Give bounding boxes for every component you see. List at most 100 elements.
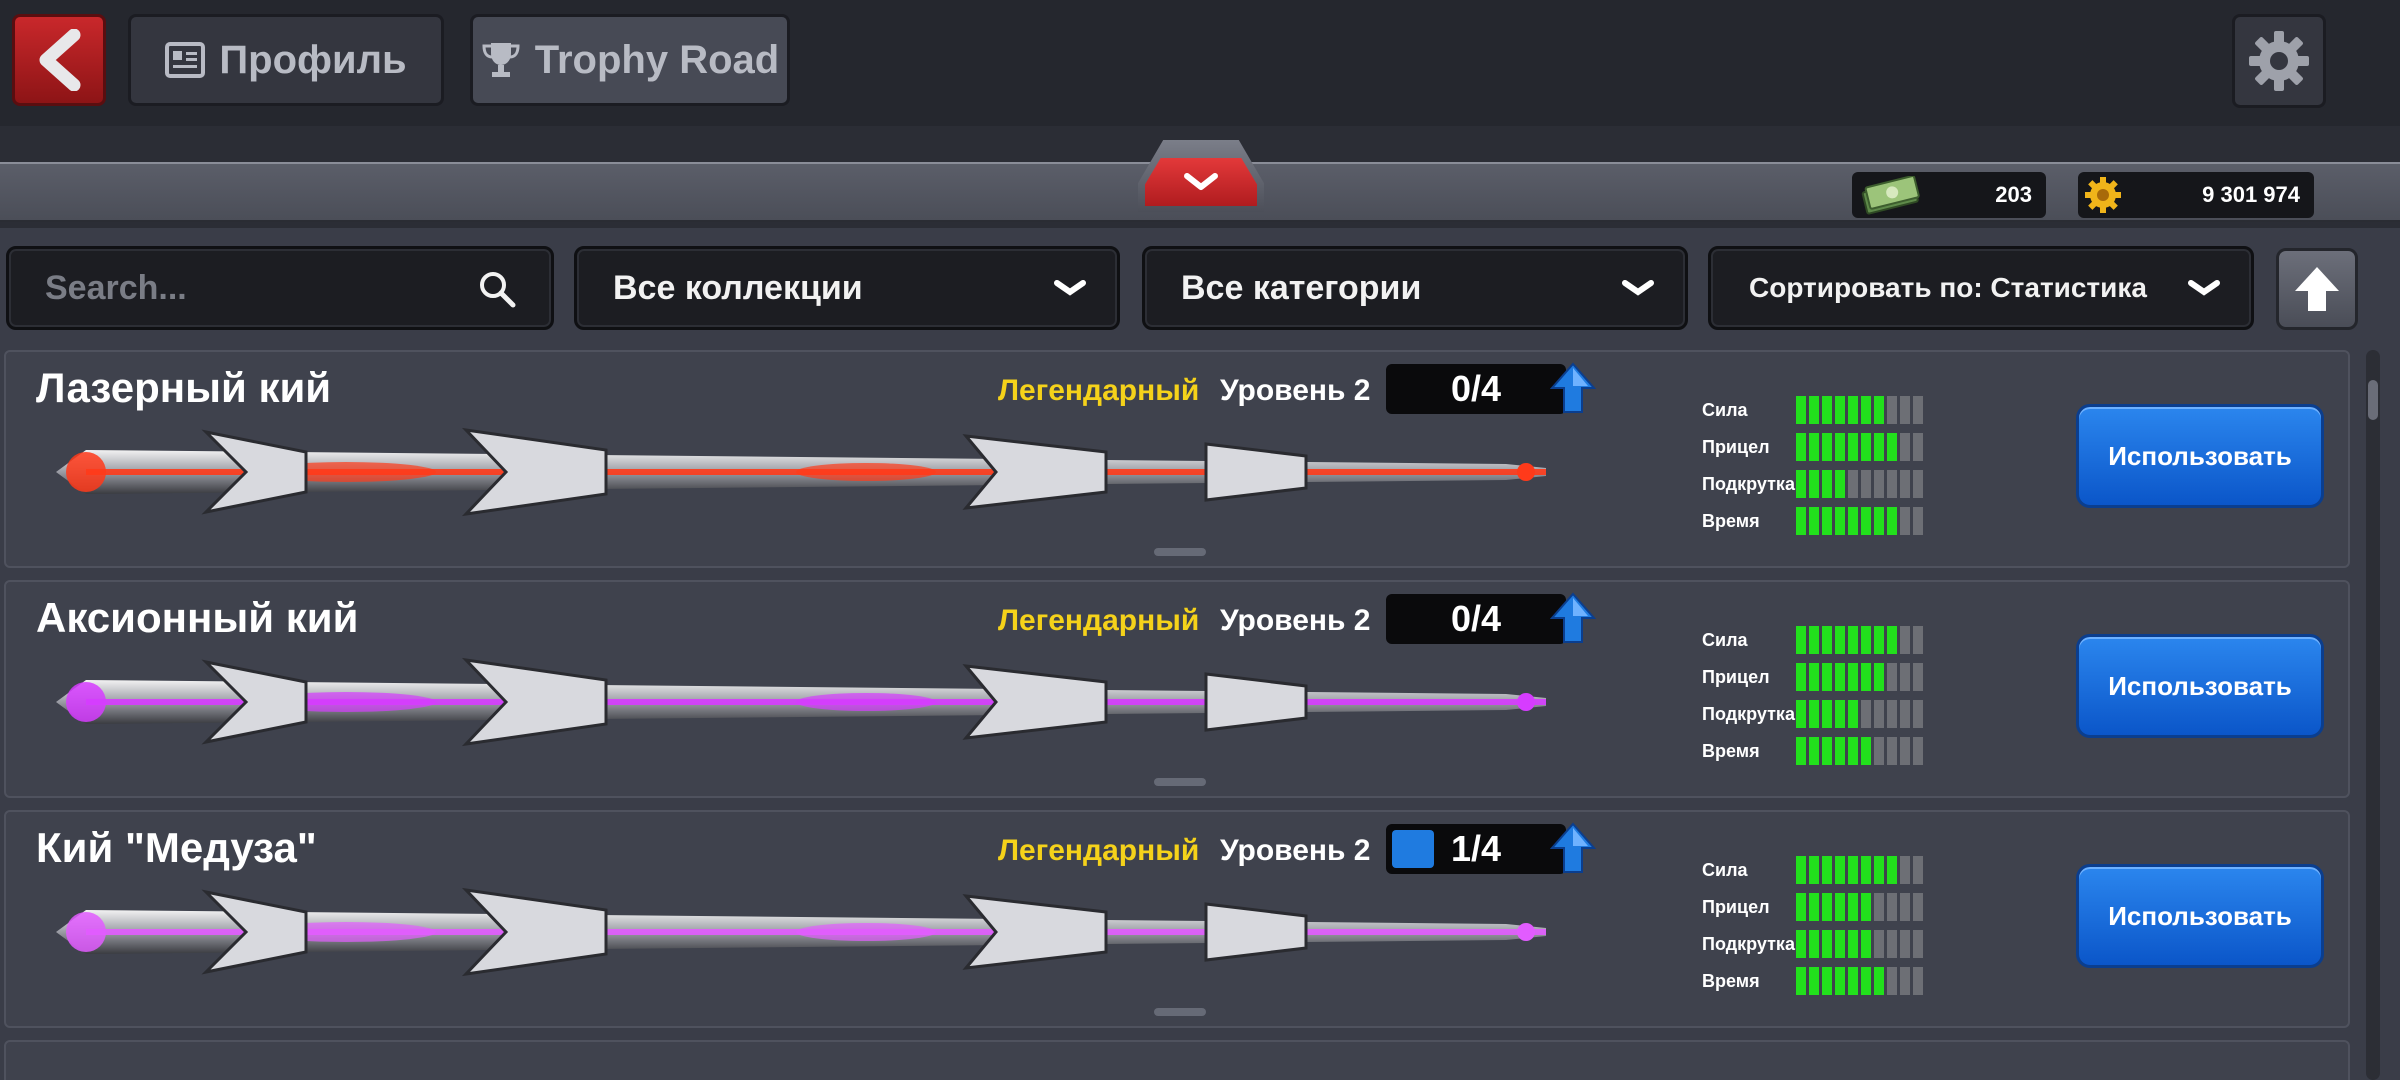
rarity-label: Легендарный — [998, 604, 1200, 637]
cue-card[interactable]: Лазерный кий Легендарный Уровень 2 0/4 Сила П… — [4, 350, 2350, 568]
upgrade-progress: 0/4 — [1386, 594, 1566, 644]
categories-dropdown[interactable]: Все категории — [1142, 246, 1688, 330]
stat-segment — [1796, 626, 1806, 654]
stat-segment — [1796, 470, 1806, 498]
stat-segment — [1822, 700, 1832, 728]
stat-segment — [1835, 663, 1845, 691]
stat-label: Сила — [1702, 860, 1748, 880]
stat-segment — [1861, 893, 1871, 921]
stat-segment — [1861, 737, 1871, 765]
stat-segment — [1900, 967, 1910, 995]
back-button[interactable] — [12, 14, 106, 106]
stat-segment — [1874, 626, 1884, 654]
stat-segment — [1887, 663, 1897, 691]
stat-segment — [1913, 930, 1923, 958]
tab-trophy-road[interactable]: Trophy Road — [470, 14, 790, 106]
stat-segment — [1809, 856, 1819, 884]
stat-segment — [1874, 396, 1884, 424]
stat-segment — [1835, 433, 1845, 461]
cue-name: Кий "Медуза" — [36, 824, 317, 871]
stat-segment — [1900, 700, 1910, 728]
stat-segment — [1835, 967, 1845, 995]
stat-segment — [1809, 663, 1819, 691]
arrow-up-icon — [2295, 267, 2339, 311]
stat-bar — [1796, 930, 1923, 958]
drag-handle[interactable] — [1154, 778, 1206, 786]
stat-segment — [1900, 663, 1910, 691]
coins-counter[interactable]: 9 301 974 — [2078, 172, 2314, 218]
progress-text: 0/4 — [1450, 598, 1502, 639]
stat-segment — [1848, 967, 1858, 995]
sort-dropdown[interactable]: Сортировать по: Статистика — [1708, 246, 2254, 330]
progress-text: 0/4 — [1450, 368, 1502, 409]
stat-segment — [1796, 663, 1806, 691]
tab-profile[interactable]: Профиль — [128, 14, 444, 106]
drag-handle[interactable] — [1154, 548, 1206, 556]
collapse-panel-button[interactable] — [1138, 140, 1264, 212]
stat-segment — [1848, 930, 1858, 958]
search-icon[interactable] — [477, 269, 517, 309]
stat-segment — [1874, 507, 1884, 535]
stat-bar — [1796, 856, 1923, 884]
stat-segment — [1822, 470, 1832, 498]
cash-counter[interactable]: 203 — [1852, 172, 2046, 218]
stat-segment — [1796, 737, 1806, 765]
stat-bar — [1796, 626, 1923, 654]
stat-segment — [1913, 967, 1923, 995]
collapse-button-face — [1145, 158, 1257, 206]
stat-segment — [1796, 930, 1806, 958]
collections-dropdown[interactable]: Все коллекции — [574, 246, 1120, 330]
cue-image — [56, 657, 1546, 747]
collections-value: Все коллекции — [613, 268, 863, 307]
tab-trophy-road-label: Trophy Road — [534, 37, 780, 82]
level-label: Уровень 2 — [1220, 374, 1371, 407]
stat-segment — [1874, 967, 1884, 995]
cue-name: Лазерный кий — [36, 364, 332, 411]
stat-segment — [1835, 930, 1845, 958]
stat-segment — [1900, 433, 1910, 461]
stat-segment — [1848, 626, 1858, 654]
stat-segment — [1822, 433, 1832, 461]
drag-handle[interactable] — [1154, 1008, 1206, 1016]
cue-card-partial[interactable] — [4, 1040, 2350, 1080]
scrollbar-thumb[interactable] — [2368, 380, 2378, 420]
upgrade-arrow-icon[interactable] — [1550, 592, 1596, 644]
search-input[interactable]: Search... — [6, 246, 554, 330]
upgrade-arrow-icon[interactable] — [1550, 822, 1596, 874]
sort-direction-button[interactable] — [2276, 248, 2358, 330]
scrollbar-track[interactable] — [2366, 350, 2380, 1080]
use-cue-button[interactable]: Использовать — [2076, 864, 2324, 968]
stat-segment — [1822, 856, 1832, 884]
stat-segment — [1874, 893, 1884, 921]
tab-profile-label: Профиль — [219, 37, 407, 82]
stat-label: Подкрутка — [1702, 704, 1795, 724]
stat-segment — [1913, 470, 1923, 498]
cue-name: Аксионный кий — [36, 594, 359, 641]
use-cue-button[interactable]: Использовать — [2076, 404, 2324, 508]
stat-segment — [1887, 470, 1897, 498]
stat-segment — [1848, 663, 1858, 691]
sort-value: Сортировать по: Статистика — [1749, 272, 2147, 303]
cue-image — [56, 427, 1546, 517]
cue-card[interactable]: Кий "Медуза" Легендарный Уровень 2 1/4 Сила П… — [4, 810, 2350, 1028]
use-cue-button[interactable]: Использовать — [2076, 634, 2324, 738]
cash-amount: 203 — [1995, 182, 2032, 207]
stat-segment — [1887, 930, 1897, 958]
cue-card[interactable]: Аксионный кий Легендарный Уровень 2 0/4 Сила… — [4, 580, 2350, 798]
settings-button[interactable] — [2232, 14, 2326, 108]
stat-segment — [1874, 737, 1884, 765]
stat-segment — [1861, 700, 1871, 728]
upgrade-arrow-icon[interactable] — [1550, 362, 1596, 414]
stat-segment — [1861, 626, 1871, 654]
stat-segment — [1887, 893, 1897, 921]
stat-segment — [1796, 967, 1806, 995]
stat-segment — [1913, 700, 1923, 728]
stat-segment — [1913, 663, 1923, 691]
stat-label: Прицел — [1702, 667, 1770, 687]
stat-segment — [1809, 737, 1819, 765]
stat-segment — [1848, 507, 1858, 535]
use-button-label: Использовать — [2108, 670, 2292, 701]
level-label: Уровень 2 — [1220, 834, 1371, 867]
stat-segment — [1887, 856, 1897, 884]
stat-segment — [1809, 507, 1819, 535]
